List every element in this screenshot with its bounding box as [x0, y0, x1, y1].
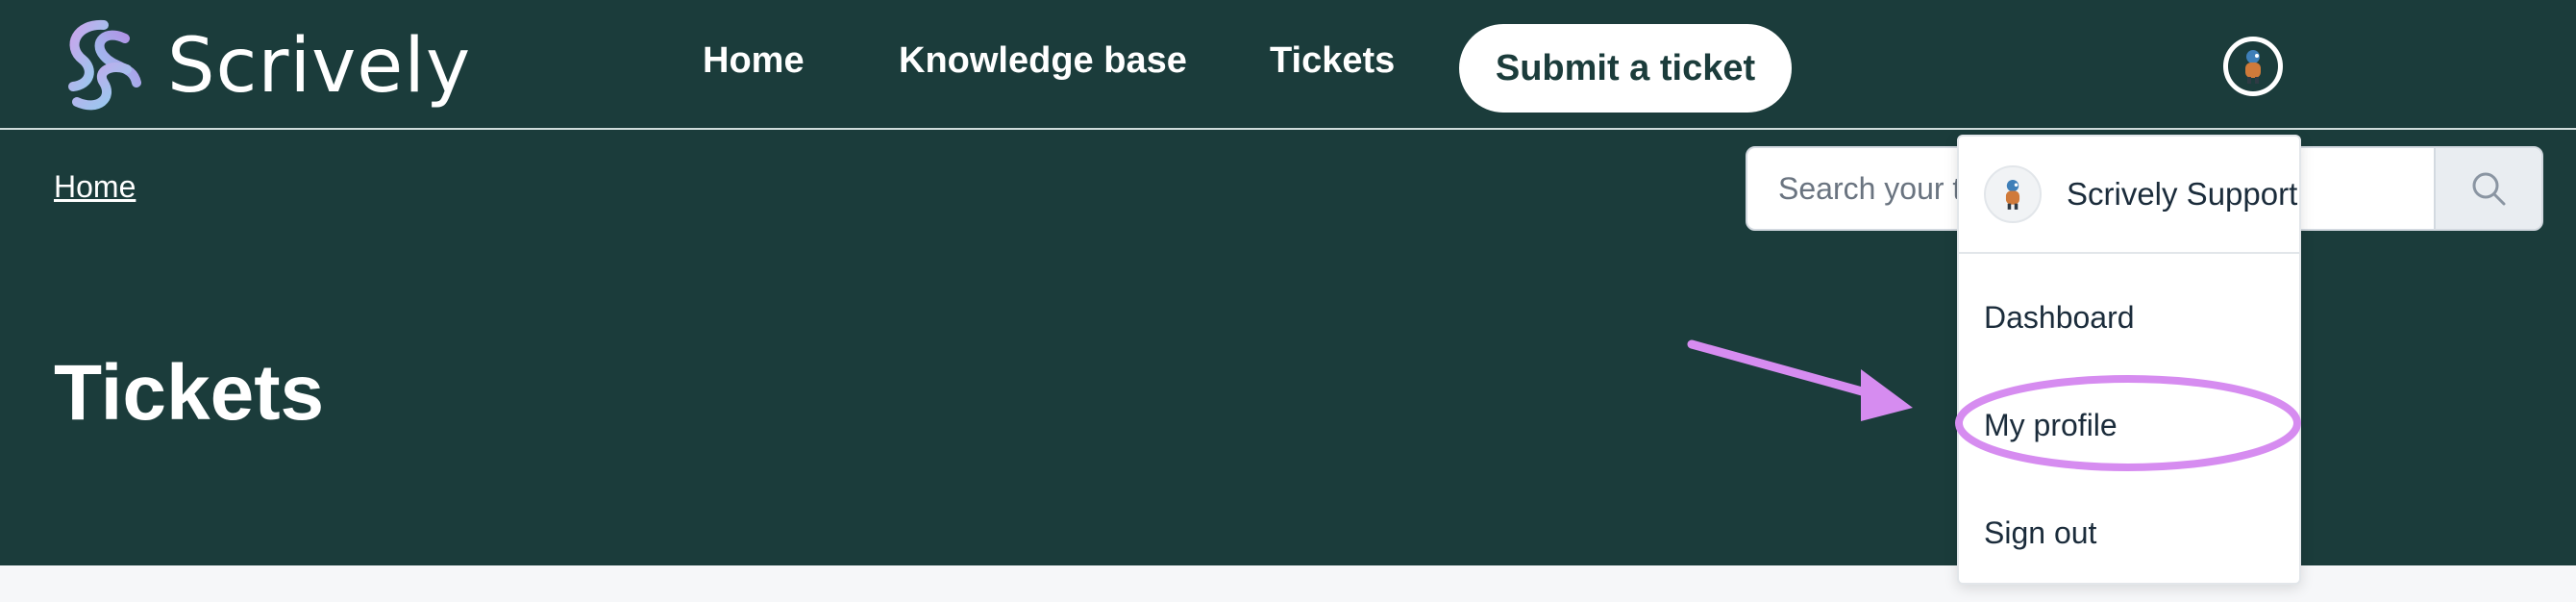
menu-item-dashboard[interactable]: Dashboard — [1984, 300, 2135, 336]
search-icon — [2472, 172, 2506, 206]
brand-name: Scrively — [167, 23, 472, 110]
dropdown-user-header: Scrively Support — [1959, 137, 2299, 254]
nav-knowledge-base-link[interactable]: Knowledge base — [899, 40, 1187, 82]
dropdown-avatar-icon — [1984, 165, 2042, 223]
brand-logo[interactable]: Scrively — [48, 13, 471, 119]
dropdown-user-name: Scrively Support — [2067, 176, 2298, 212]
page-title: Tickets — [54, 349, 325, 437]
user-avatar-button[interactable] — [2223, 37, 2283, 96]
nav-home-link[interactable]: Home — [703, 40, 805, 82]
search-button[interactable] — [2434, 148, 2541, 229]
user-dropdown-menu: Scrively Support Dashboard My profile Si… — [1957, 135, 2301, 585]
submit-ticket-button[interactable]: Submit a ticket — [1459, 24, 1792, 113]
scrively-logo-icon — [68, 19, 141, 111]
top-navigation: Scrively Home Knowledge base Tickets Sub… — [0, 0, 2576, 130]
nav-tickets-link[interactable]: Tickets — [1270, 40, 1395, 82]
menu-item-sign-out[interactable]: Sign out — [1984, 515, 2096, 551]
menu-item-my-profile[interactable]: My profile — [1984, 408, 2118, 443]
breadcrumb-home[interactable]: Home — [54, 169, 136, 205]
user-avatar-icon — [2228, 41, 2278, 91]
